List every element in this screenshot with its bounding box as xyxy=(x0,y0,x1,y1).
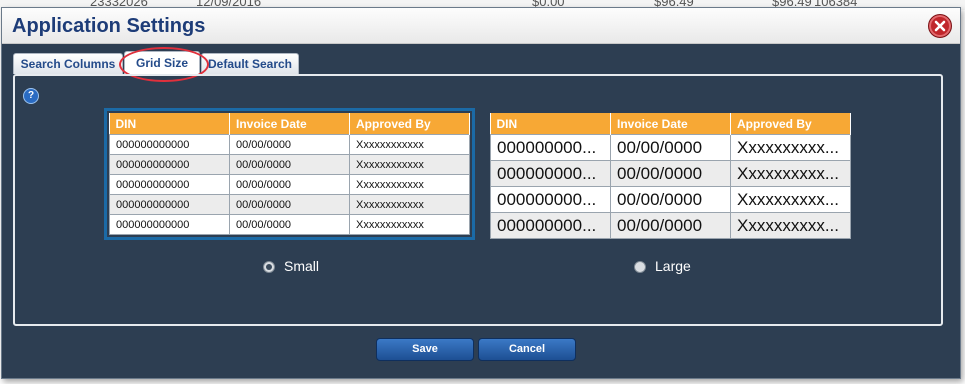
table-cell: 00/00/0000 xyxy=(229,214,350,235)
table-cell: Xxxxxxxxxx... xyxy=(730,160,851,187)
table-cell: Xxxxxxxxxx... xyxy=(730,186,851,213)
table-cell: 000000000... xyxy=(490,160,611,187)
tab-search-columns[interactable]: Search Columns xyxy=(13,53,123,74)
application-settings-dialog: Application Settings Search Columns Grid… xyxy=(1,7,961,379)
table-cell: Xxxxxxxxxxxx xyxy=(349,154,470,175)
table-cell: 000000000000 xyxy=(109,214,230,235)
table-header-row: DIN Invoice Date Approved By xyxy=(109,113,470,135)
grid-size-panel: ? DIN Invoice Date Approved By 000000000… xyxy=(13,74,943,326)
table-cell: 000000000... xyxy=(490,186,611,213)
close-icon[interactable] xyxy=(928,14,952,38)
large-radio-option[interactable]: Large xyxy=(634,258,691,274)
help-icon[interactable]: ? xyxy=(23,88,39,104)
small-radio-label: Small xyxy=(284,258,320,274)
column-header: DIN xyxy=(490,113,611,135)
radio-selected-icon xyxy=(263,261,275,274)
table-header-row: DIN Invoice Date Approved By xyxy=(490,113,851,135)
table-cell: 00/00/0000 xyxy=(610,186,731,213)
table-row: 000000000000 00/00/0000 Xxxxxxxxxxxx xyxy=(109,194,470,215)
small-grid-preview[interactable]: DIN Invoice Date Approved By 00000000000… xyxy=(104,108,475,240)
table-cell: Xxxxxxxxxxxx xyxy=(349,214,470,235)
dialog-title: Application Settings xyxy=(12,15,206,37)
table-row: 000000000000 00/00/0000 Xxxxxxxxxxxx xyxy=(109,214,470,235)
table-row: 000000000000 00/00/0000 Xxxxxxxxxxxx xyxy=(109,174,470,195)
table-row: 000000000... 00/00/0000 Xxxxxxxxxx... xyxy=(490,134,851,161)
table-row: 000000000... 00/00/0000 Xxxxxxxxxx... xyxy=(490,186,851,213)
column-header: DIN xyxy=(109,113,230,135)
save-button[interactable]: Save xyxy=(376,338,474,361)
table-cell: 00/00/0000 xyxy=(229,194,350,215)
table-cell: 000000000000 xyxy=(109,194,230,215)
table-cell: 00/00/0000 xyxy=(229,154,350,175)
dialog-title-bar: Application Settings xyxy=(2,8,960,44)
table-row: 000000000000 00/00/0000 Xxxxxxxxxxxx xyxy=(109,154,470,175)
column-header: Approved By xyxy=(730,113,851,135)
table-cell: Xxxxxxxxxx... xyxy=(730,212,851,239)
table-row: 000000000... 00/00/0000 Xxxxxxxxxx... xyxy=(490,160,851,187)
table-cell: 000000000... xyxy=(490,134,611,161)
table-cell: 00/00/0000 xyxy=(610,212,731,239)
large-grid-table: DIN Invoice Date Approved By 000000000..… xyxy=(490,113,851,239)
table-cell: 00/00/0000 xyxy=(610,160,731,187)
column-header: Invoice Date xyxy=(229,113,350,135)
table-row: 000000000000 00/00/0000 Xxxxxxxxxxxx xyxy=(109,134,470,155)
table-cell: 000000000000 xyxy=(109,154,230,175)
tab-default-search[interactable]: Default Search xyxy=(201,53,299,74)
column-header: Invoice Date xyxy=(610,113,731,135)
radio-unselected-icon xyxy=(634,261,646,274)
small-grid-table: DIN Invoice Date Approved By 00000000000… xyxy=(109,113,470,235)
large-radio-label: Large xyxy=(655,258,691,274)
cancel-button[interactable]: Cancel xyxy=(478,338,576,361)
large-grid-preview[interactable]: DIN Invoice Date Approved By 000000000..… xyxy=(485,108,856,244)
table-cell: 00/00/0000 xyxy=(229,134,350,155)
column-header: Approved By xyxy=(349,113,470,135)
table-cell: Xxxxxxxxxxxx xyxy=(349,174,470,195)
table-cell: 000000000... xyxy=(490,212,611,239)
table-row: 000000000... 00/00/0000 Xxxxxxxxxx... xyxy=(490,212,851,239)
table-cell: Xxxxxxxxxxxx xyxy=(349,134,470,155)
tab-grid-size[interactable]: Grid Size xyxy=(124,51,200,75)
table-cell: 000000000000 xyxy=(109,134,230,155)
table-cell: Xxxxxxxxxxxx xyxy=(349,194,470,215)
small-radio-option[interactable]: Small xyxy=(263,258,319,274)
table-cell: 000000000000 xyxy=(109,174,230,195)
table-cell: Xxxxxxxxxx... xyxy=(730,134,851,161)
table-cell: 00/00/0000 xyxy=(610,134,731,161)
table-cell: 00/00/0000 xyxy=(229,174,350,195)
